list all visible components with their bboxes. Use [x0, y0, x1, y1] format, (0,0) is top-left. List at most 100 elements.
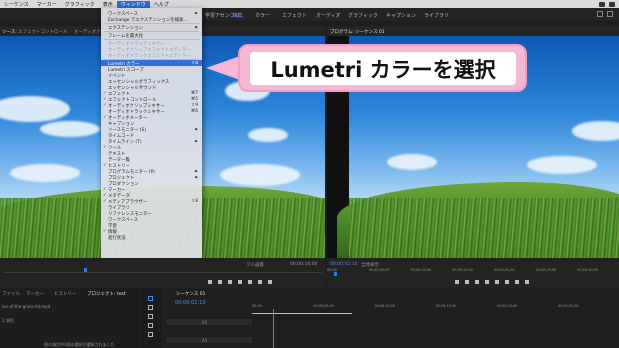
selection-tool-icon[interactable]	[148, 296, 153, 301]
razor-icon[interactable]	[148, 323, 153, 328]
step-forward-icon[interactable]	[238, 280, 242, 284]
extract-icon[interactable]	[515, 280, 519, 284]
program-panel-header: プログラム: シーケンス 01	[327, 26, 619, 36]
workspace-audio[interactable]: オーディオ	[316, 12, 341, 19]
window-menu-item[interactable]: エクステンション ▶	[101, 24, 202, 31]
timeline-playhead[interactable]	[273, 309, 274, 348]
program-ruler-label: 00;00;10;00	[410, 268, 432, 272]
home-icon[interactable]	[597, 11, 603, 17]
tab-effect-controls[interactable]: エフェクトコントロール	[18, 29, 68, 35]
menu-sequence[interactable]: シーケンス	[0, 1, 33, 8]
export-frame-icon[interactable]	[525, 280, 529, 284]
step-forward-icon[interactable]	[495, 280, 499, 284]
menu-view[interactable]: 表示	[99, 1, 117, 8]
menu-shortcut: ⌘5	[190, 96, 198, 102]
annotation-callout: Lumetri カラーを選択	[238, 44, 527, 92]
submenu-arrow-icon: ▶	[195, 126, 198, 131]
step-back-icon[interactable]	[475, 280, 479, 284]
menu-help[interactable]: ヘルプ	[150, 1, 173, 8]
timeline-ruler-label: 00;00;15;00	[435, 304, 457, 308]
tab-source[interactable]: ソース:	[2, 29, 17, 35]
status-icon	[599, 1, 605, 7]
cloud	[10, 164, 80, 182]
checkmark-icon: ✓	[103, 192, 107, 198]
play-icon[interactable]	[485, 280, 489, 284]
track-label: A1	[202, 337, 208, 343]
hand-icon[interactable]	[148, 332, 153, 337]
menu-shortcut: ⌘7	[190, 90, 198, 96]
workspace-learning[interactable]: 学習	[205, 12, 215, 19]
premiere-window: シーケンス マーカー グラフィック 表示 ウィンドウ ヘルプ 学習 アセンブリ …	[0, 0, 619, 348]
mark-in-icon[interactable]	[208, 280, 212, 284]
submenu-arrow-icon: ▶	[195, 168, 198, 173]
track-label: V1	[202, 319, 208, 325]
cloud	[40, 121, 100, 137]
status-icons	[599, 0, 615, 8]
workspace-editing[interactable]: 編集	[233, 12, 243, 19]
source-playhead[interactable]	[83, 268, 87, 272]
timeline-ruler-label: 00;00;20;00	[496, 304, 518, 308]
step-back-icon[interactable]	[218, 280, 222, 284]
program-ruler-label: 00;00;15;00	[452, 268, 473, 272]
workspace-captions[interactable]: キャプション	[386, 12, 416, 19]
window-menu-item[interactable]: 進行状況	[101, 234, 202, 241]
submenu-arrow-icon: ▶	[195, 174, 198, 179]
checkmark-icon: ✓	[103, 90, 107, 96]
cloud	[527, 156, 597, 174]
menu-graphics[interactable]: グラフィック	[61, 1, 99, 8]
tools-panel	[142, 288, 162, 348]
workspace-icons	[597, 11, 613, 17]
play-icon[interactable]	[228, 280, 232, 284]
timeline-timecode[interactable]: 00;00;02;10	[175, 300, 206, 306]
tab-timeline[interactable]: シーケンス 01	[176, 291, 205, 297]
timeline-ruler: 00;00 00;00;05;00 00;00;10;00 00;00;15;00 00…	[252, 304, 619, 310]
overwrite-icon[interactable]	[258, 280, 262, 284]
tab-history[interactable]: ヒストリー	[54, 291, 77, 297]
tab-project[interactable]: プロジェクト: test	[87, 291, 126, 297]
work-area-bar[interactable]	[252, 313, 352, 314]
window-menu-item: オーディオトラックエフェクトエディター	[101, 52, 202, 59]
program-timecode[interactable]: 00;00;02;10	[330, 262, 357, 267]
checkmark-icon: ✓	[103, 102, 107, 108]
workspace-libraries[interactable]: ライブラリ	[424, 12, 449, 19]
program-ruler-label: 00;00;05;00	[368, 268, 390, 272]
timeline-ruler-label: 00;00;10;00	[374, 304, 396, 308]
mark-in-icon[interactable]	[455, 280, 459, 284]
tab-files[interactable]: ファイル	[2, 291, 20, 297]
menu-shortcut: ⇧8	[191, 198, 198, 204]
program-playhead[interactable]	[334, 272, 337, 276]
timeline-ruler-label: 00;00	[252, 304, 262, 308]
menu-shortcut: ⌘6	[190, 108, 198, 114]
menu-bar: シーケンス マーカー グラフィック 表示 ウィンドウ ヘルプ	[0, 0, 619, 8]
project-filename[interactable]: ion-of-the-grass-hd.mp4	[2, 304, 50, 309]
checkmark-icon: ✓	[103, 162, 107, 168]
lift-icon[interactable]	[505, 280, 509, 284]
ripple-edit-icon[interactable]	[148, 314, 153, 319]
selection-status: 個の項目中1個の選択が選択されました	[44, 342, 115, 347]
submenu-arrow-icon: ▶	[195, 10, 198, 15]
menu-marker[interactable]: マーカー	[33, 1, 61, 8]
tab-markers[interactable]: マーカー	[26, 291, 44, 297]
workspace-graphics[interactable]: グラフィック	[348, 12, 378, 19]
checkmark-icon: ✓	[103, 144, 107, 150]
cloud	[220, 164, 300, 186]
checkmark-icon: ✓	[103, 96, 107, 102]
window-menu-item[interactable]: フレームを最大化	[101, 32, 202, 39]
timeline-ruler-label: 00;00;05;00	[313, 304, 334, 308]
track-select-icon[interactable]	[148, 305, 153, 310]
workspace-color[interactable]: カラー	[255, 12, 270, 19]
workspace-effects[interactable]: エフェクト	[282, 12, 307, 19]
window-menu-item[interactable]: Exchange でエクステンションを検索...	[101, 16, 202, 23]
bottom-panels: ファイル マーカー ヒストリー プロジェクト: test ion-of-the-…	[0, 288, 619, 348]
menu-window[interactable]: ウィンドウ	[116, 0, 150, 8]
export-frame-icon[interactable]	[268, 280, 272, 284]
insert-icon[interactable]	[248, 280, 252, 284]
program-transport	[455, 280, 529, 284]
checkmark-icon: ✓	[103, 186, 107, 192]
status-icon	[609, 1, 615, 7]
share-icon[interactable]	[607, 11, 613, 17]
mark-out-icon[interactable]	[465, 280, 469, 284]
tab-program[interactable]: プログラム: シーケンス 01	[330, 29, 385, 35]
source-fit-select[interactable]: フル画質	[246, 262, 264, 268]
checkmark-icon: ✓	[103, 198, 107, 204]
